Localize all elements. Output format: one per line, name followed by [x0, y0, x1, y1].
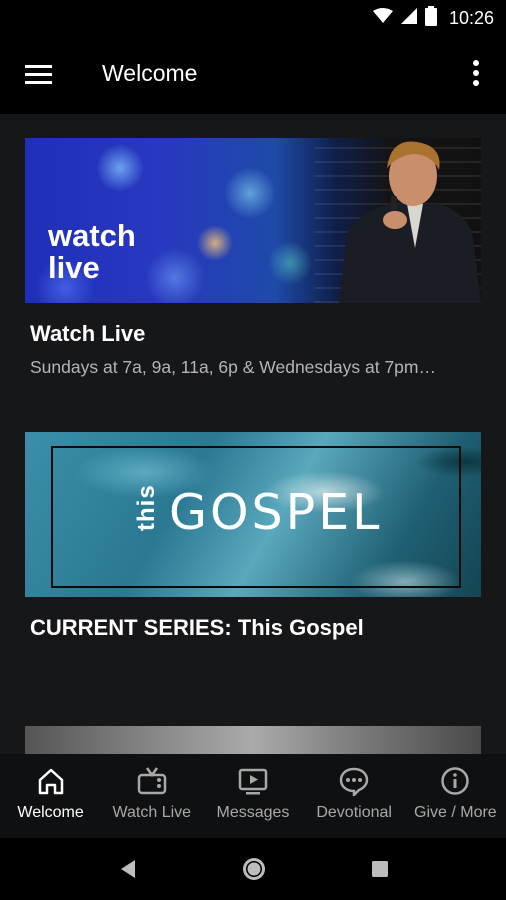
bottom-navigation: Welcome Watch Live Messages Devotional G…: [0, 754, 506, 838]
video-icon: [238, 768, 268, 795]
tab-label: Give / More: [414, 804, 497, 821]
series-big-word: GOSPEL: [169, 484, 383, 541]
watch-live-overlay-text: watch live: [48, 220, 136, 284]
third-card-image: [25, 726, 481, 754]
card-subtitle: Sundays at 7a, 9a, 11a, 6p & Wednesdays …: [30, 357, 436, 377]
card-title: CURRENT SERIES: This Gospel: [30, 615, 364, 640]
tab-label: Watch Live: [112, 804, 192, 821]
page-title: Welcome: [102, 60, 198, 86]
recents-icon[interactable]: [365, 854, 395, 884]
status-time: 10:26: [448, 7, 494, 28]
status-bar: 10:26: [0, 0, 506, 36]
signal-icon: [400, 7, 417, 29]
this-gospel-image: this GOSPEL: [25, 432, 481, 597]
preacher-figure: [339, 141, 481, 303]
system-navigation-bar: [0, 838, 506, 900]
tab-label: Devotional: [316, 804, 392, 821]
status-icons: 10:26: [372, 0, 494, 36]
current-series-card[interactable]: this GOSPEL CURRENT SERIES: This Gospel: [25, 432, 481, 641]
home-icon: [38, 768, 63, 795]
content-feed: watch live Watch Live Sundays at 7a, 9a,…: [0, 114, 506, 754]
hamburger-menu-icon[interactable]: [24, 62, 54, 88]
card-title: Watch Live: [30, 321, 146, 346]
back-icon[interactable]: [114, 854, 144, 884]
tab-label: Welcome: [17, 804, 84, 821]
tab-devotional[interactable]: Devotional: [304, 754, 405, 838]
tab-label: Messages: [216, 804, 290, 821]
app-bar: Welcome: [0, 36, 506, 114]
battery-icon: [424, 5, 437, 31]
info-icon: [441, 767, 470, 795]
series-small-word: this: [133, 484, 160, 531]
tab-watch-live[interactable]: Watch Live: [101, 754, 202, 838]
tab-messages[interactable]: Messages: [202, 754, 303, 838]
chat-bubble-icon: [339, 767, 369, 796]
watch-live-image: watch live: [25, 138, 481, 303]
watch-live-card[interactable]: watch live Watch Live Sundays at 7a, 9a,…: [25, 138, 481, 378]
more-vert-icon[interactable]: [464, 58, 488, 90]
tab-welcome[interactable]: Welcome: [0, 754, 101, 838]
third-card[interactable]: [25, 726, 481, 754]
tab-give-more[interactable]: Give / More: [405, 754, 506, 838]
home-circle-icon[interactable]: [239, 854, 269, 884]
wifi-icon: [372, 7, 393, 29]
tv-icon: [137, 767, 167, 795]
overlay-line-2: live: [48, 250, 100, 285]
overlay-line-1: watch: [48, 218, 136, 253]
